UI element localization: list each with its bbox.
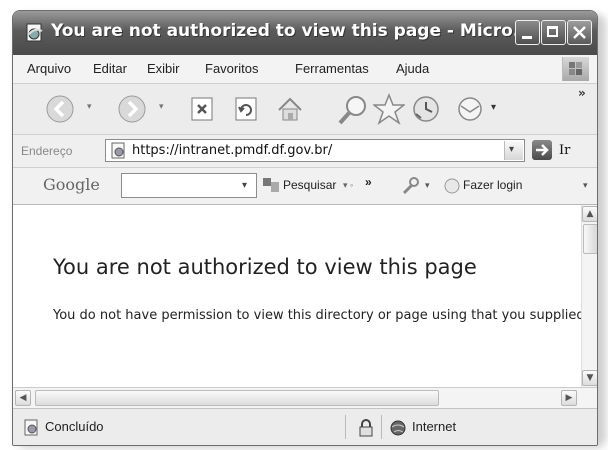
- search-icon[interactable]: [337, 94, 369, 126]
- error-message: You do not have permission to view this …: [53, 308, 589, 323]
- zone-text: Internet: [412, 419, 457, 434]
- windows-logo-icon: [562, 57, 589, 81]
- refresh-icon[interactable]: [233, 96, 259, 122]
- back-dropdown-icon[interactable]: ▾: [87, 102, 92, 112]
- address-label: Endereço: [21, 144, 73, 158]
- google-more-chevron[interactable]: »: [365, 175, 372, 189]
- status-text: Concluído: [45, 419, 104, 434]
- mail-icon[interactable]: [457, 96, 489, 122]
- forward-icon[interactable]: [117, 94, 147, 124]
- menu-arquivo[interactable]: Arquivo: [27, 61, 71, 76]
- vertical-scroll-thumb[interactable]: [583, 224, 597, 254]
- login-circle-icon: [444, 178, 460, 194]
- page-content: You are not authorized to view this page…: [13, 205, 589, 387]
- address-input[interactable]: https://intranet.pmdf.df.gov.br/ ▾: [105, 139, 525, 162]
- address-dropdown-button[interactable]: ▾: [504, 141, 523, 160]
- scroll-right-icon[interactable]: ▶: [561, 390, 577, 406]
- status-bar: Concluído Internet: [13, 408, 597, 445]
- history-icon[interactable]: [411, 94, 441, 124]
- maximize-button[interactable]: [541, 20, 566, 45]
- wrench-icon[interactable]: [399, 176, 421, 196]
- lock-icon[interactable]: [357, 418, 375, 438]
- close-button[interactable]: [567, 20, 592, 45]
- login-button[interactable]: Fazer login: [463, 178, 522, 192]
- forward-dropdown-icon[interactable]: ▾: [159, 102, 164, 112]
- google-search-icon: [263, 178, 279, 192]
- favorites-icon[interactable]: [373, 93, 405, 125]
- google-search-options-icon[interactable]: ▾ ◦: [343, 180, 353, 191]
- menu-bar: Arquivo Editar Exibir Favoritos Ferramen…: [13, 55, 597, 84]
- close-icon: [573, 26, 586, 39]
- status-divider: [345, 415, 346, 439]
- google-logo: Google: [43, 175, 100, 194]
- scroll-left-icon[interactable]: ◀: [15, 390, 31, 406]
- vertical-scrollbar[interactable]: ▲ ▼: [581, 205, 597, 387]
- menu-ferramentas[interactable]: Ferramentas: [295, 61, 369, 76]
- home-icon[interactable]: [275, 94, 305, 124]
- address-bar: Endereço https://intranet.pmdf.df.gov.br…: [13, 135, 597, 168]
- back-icon[interactable]: [45, 94, 75, 124]
- scroll-up-icon[interactable]: ▲: [582, 206, 597, 222]
- menu-editar[interactable]: Editar: [93, 61, 127, 76]
- page-icon: [111, 142, 125, 159]
- stop-icon[interactable]: [189, 96, 215, 122]
- error-title: You are not authorized to view this page: [53, 255, 477, 279]
- menu-exibir[interactable]: Exibir: [147, 61, 180, 76]
- address-url: https://intranet.pmdf.df.gov.br/: [132, 143, 333, 158]
- maximize-icon: [547, 26, 558, 37]
- login-dropdown-icon[interactable]: ▾: [583, 180, 588, 191]
- go-arrow-icon: [536, 144, 549, 156]
- go-button[interactable]: [532, 140, 552, 160]
- google-search-dropdown-icon[interactable]: ▾: [242, 180, 247, 191]
- mail-dropdown-icon[interactable]: ▾: [491, 102, 496, 113]
- chevron-down-icon: ▾: [509, 144, 515, 155]
- ie-page-icon: [26, 23, 43, 42]
- window-title: You are not authorized to view this page…: [51, 21, 533, 41]
- minimize-icon: [522, 36, 532, 39]
- toolbar-more-chevron[interactable]: »: [578, 86, 586, 100]
- menu-ajuda[interactable]: Ajuda: [396, 61, 429, 76]
- standard-toolbar: ▾ ▾ ▾ »: [13, 84, 597, 135]
- go-label[interactable]: Ir: [559, 143, 570, 158]
- done-page-icon: [24, 419, 38, 436]
- horizontal-scrollbar[interactable]: ◀ ▶: [13, 387, 597, 408]
- status-divider: [381, 415, 382, 439]
- google-toolbar: Google ▾ Pesquisar ▾ ◦ » ▾ Fazer login ▾: [13, 168, 597, 205]
- internet-globe-icon: [390, 420, 406, 436]
- scroll-down-icon[interactable]: ▼: [582, 370, 597, 386]
- minimize-button[interactable]: [515, 20, 540, 45]
- google-search-input[interactable]: [121, 173, 257, 198]
- horizontal-scroll-thumb[interactable]: [35, 390, 439, 406]
- google-search-button[interactable]: Pesquisar: [283, 178, 336, 192]
- browser-window: You are not authorized to view this page…: [12, 10, 598, 446]
- wrench-dropdown-icon[interactable]: ▾: [425, 180, 430, 191]
- title-bar[interactable]: You are not authorized to view this page…: [13, 11, 597, 55]
- menu-favoritos[interactable]: Favoritos: [205, 61, 258, 76]
